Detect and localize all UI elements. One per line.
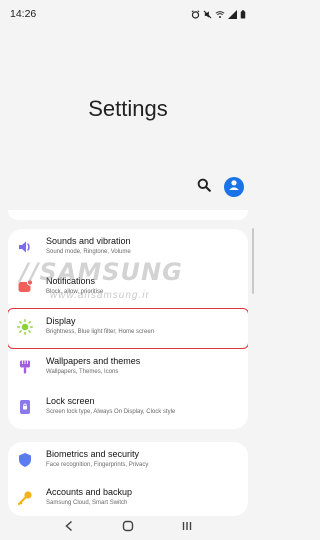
back-button[interactable] bbox=[57, 518, 81, 538]
scroll-indicator[interactable] bbox=[252, 228, 254, 294]
settings-item-subtitle: Wallpapers, Themes, Icons bbox=[46, 369, 119, 375]
settings-item-title: Wallpapers and themes bbox=[46, 356, 141, 366]
status-time: 14:26 bbox=[10, 8, 37, 20]
settings-item-subtitle: Face recognition, Fingerprints, Privacy bbox=[46, 462, 149, 468]
header-actions bbox=[195, 177, 244, 197]
brush-icon bbox=[16, 358, 34, 376]
settings-item-title: Lock screen bbox=[46, 396, 95, 406]
battery-icon bbox=[240, 9, 246, 19]
settings-item-biometrics[interactable]: Biometrics and security Face recognition… bbox=[8, 442, 248, 481]
speaker-icon bbox=[16, 238, 34, 256]
wifi-icon bbox=[215, 10, 225, 19]
brightness-icon bbox=[16, 318, 34, 336]
settings-item-subtitle: Sound mode, Ringtone, Volume bbox=[46, 249, 131, 255]
home-icon bbox=[122, 519, 134, 537]
settings-group-2: Biometrics and security Face recognition… bbox=[8, 442, 248, 516]
settings-item-notifications[interactable]: Notifications Block, allow, prioritise bbox=[8, 269, 248, 308]
account-button[interactable] bbox=[224, 177, 244, 197]
settings-group-1: Sounds and vibration Sound mode, Rington… bbox=[8, 229, 248, 429]
alarm-icon bbox=[191, 9, 200, 19]
settings-item-title: Notifications bbox=[46, 276, 96, 286]
key-icon bbox=[16, 489, 34, 507]
settings-item-subtitle: Samsung Cloud, Smart Switch bbox=[46, 500, 128, 506]
status-bar: 14:26 bbox=[0, 0, 256, 28]
search-button[interactable] bbox=[195, 178, 213, 196]
shield-icon bbox=[16, 451, 34, 469]
settings-item-lock-screen[interactable]: Lock screen Screen lock type, Always On … bbox=[8, 389, 248, 428]
settings-item-wallpapers[interactable]: Wallpapers and themes Wallpapers, Themes… bbox=[8, 349, 248, 388]
recents-icon bbox=[181, 519, 193, 537]
settings-item-subtitle: Brightness, Blue light filter, Home scre… bbox=[46, 329, 155, 335]
settings-item-display[interactable]: Display Brightness, Blue light filter, H… bbox=[8, 308, 248, 349]
settings-item-subtitle: Screen lock type, Always On Display, Clo… bbox=[46, 409, 176, 415]
lock-screen-icon bbox=[16, 398, 34, 416]
settings-item-title: Sounds and vibration bbox=[46, 236, 131, 246]
home-button[interactable] bbox=[116, 518, 140, 538]
navigation-bar bbox=[0, 516, 256, 540]
status-icons bbox=[191, 9, 246, 19]
notification-icon bbox=[16, 278, 34, 296]
page-title: Settings bbox=[88, 96, 168, 121]
search-icon bbox=[197, 178, 211, 197]
account-icon bbox=[227, 178, 241, 197]
settings-item-title: Accounts and backup bbox=[46, 487, 133, 497]
settings-item-accounts[interactable]: Accounts and backup Samsung Cloud, Smart… bbox=[8, 480, 248, 516]
settings-item-title: Biometrics and security bbox=[46, 449, 140, 459]
signal-icon bbox=[228, 9, 237, 19]
settings-item-subtitle: Block, allow, prioritise bbox=[46, 289, 104, 295]
recents-button[interactable] bbox=[175, 518, 199, 538]
settings-item-title: Display bbox=[46, 316, 76, 326]
back-icon bbox=[64, 519, 74, 537]
mute-icon bbox=[203, 10, 212, 19]
scrolled-card-edge bbox=[8, 210, 248, 220]
settings-item-sounds[interactable]: Sounds and vibration Sound mode, Rington… bbox=[8, 229, 248, 268]
